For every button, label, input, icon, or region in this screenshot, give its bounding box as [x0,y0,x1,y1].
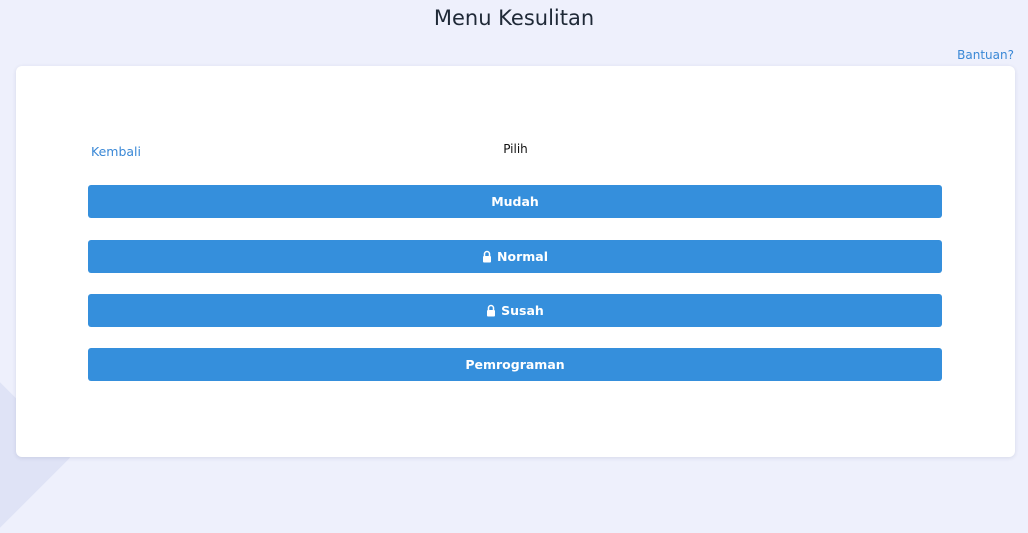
programming-button[interactable]: Pemrograman [88,348,942,381]
lock-icon [487,304,496,317]
normal-button[interactable]: Normal [88,240,942,273]
easy-button-label: Mudah [491,194,539,209]
normal-button-label: Normal [497,249,548,264]
page-title: Menu Kesulitan [433,6,595,30]
difficulty-card: Kembali Pilih Mudah Normal Susah Pemrogr… [16,66,1015,457]
lock-icon [483,250,492,263]
programming-button-label: Pemrograman [465,357,565,372]
help-link[interactable]: Bantuan? [957,48,1014,62]
choose-label: Pilih [503,142,528,156]
hard-button[interactable]: Susah [88,294,942,327]
hard-button-label: Susah [501,303,544,318]
easy-button[interactable]: Mudah [88,185,942,218]
